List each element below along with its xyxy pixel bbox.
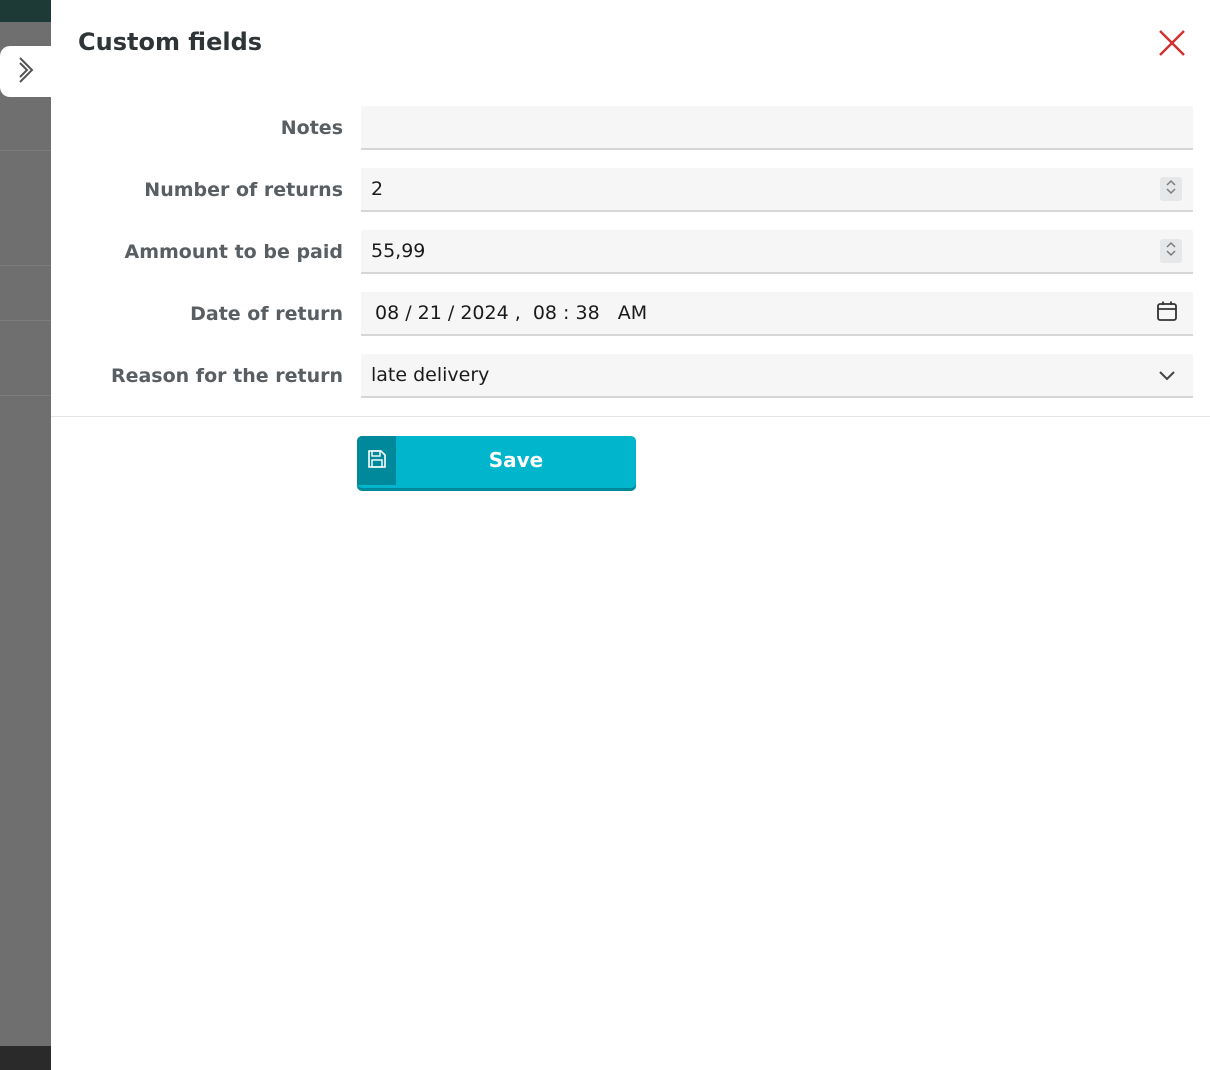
close-button[interactable]	[1157, 30, 1187, 60]
save-button-label: Save	[488, 448, 544, 472]
date-of-return-value: 08 / 21 / 2024 , 08 : 38 AM	[375, 302, 648, 324]
chevron-right-icon	[15, 55, 37, 89]
calendar-icon	[1156, 300, 1178, 326]
backdrop-divider	[0, 320, 51, 321]
backdrop-bottombar	[0, 1046, 51, 1070]
amount-spinner[interactable]	[1160, 239, 1182, 263]
chevron-down-icon	[1158, 366, 1176, 385]
date-of-return-label: Date of return	[190, 303, 343, 325]
number-of-returns-spinner[interactable]	[1160, 177, 1182, 201]
form-divider	[51, 416, 1210, 417]
number-of-returns-label: Number of returns	[144, 179, 343, 201]
custom-fields-drawer: Custom fields Notes Number of returns 2	[51, 0, 1210, 1070]
form-row-notes: Notes	[51, 106, 1210, 150]
reason-select[interactable]: late delivery	[361, 354, 1193, 398]
form-row-date-of-return: Date of return 08 / 21 / 2024 , 08 : 38 …	[51, 292, 1210, 336]
form-row-number-of-returns: Number of returns 2	[51, 168, 1210, 212]
number-of-returns-value: 2	[371, 178, 384, 200]
backdrop-divider	[0, 265, 51, 266]
amount-value: 55,99	[371, 240, 426, 262]
calendar-button[interactable]	[1156, 300, 1178, 326]
number-of-returns-input[interactable]: 2	[361, 168, 1193, 212]
app-backdrop	[0, 0, 51, 1070]
close-icon	[1158, 29, 1186, 61]
spinner-arrows-icon	[1165, 178, 1177, 200]
amount-input[interactable]: 55,99	[361, 230, 1193, 274]
drawer-title: Custom fields	[78, 28, 263, 56]
date-of-return-input[interactable]: 08 / 21 / 2024 , 08 : 38 AM	[361, 292, 1193, 336]
floppy-disk-icon	[367, 449, 387, 473]
reason-label: Reason for the return	[110, 365, 343, 387]
backdrop-divider	[0, 150, 51, 151]
notes-label: Notes	[280, 117, 343, 139]
backdrop-divider	[0, 395, 51, 396]
spinner-arrows-icon	[1165, 240, 1177, 262]
form-row-amount: Ammount to be paid 55,99	[51, 230, 1210, 274]
collapse-drawer-button[interactable]	[0, 46, 51, 97]
reason-dropdown-toggle[interactable]	[1156, 364, 1178, 386]
amount-label: Ammount to be paid	[124, 241, 344, 263]
backdrop-topbar	[0, 0, 51, 22]
save-button[interactable]: Save	[357, 436, 636, 488]
reason-value: late delivery	[371, 364, 490, 386]
save-icon-zone	[357, 436, 396, 485]
notes-input[interactable]	[361, 106, 1193, 150]
form-row-reason: Reason for the return late delivery	[51, 354, 1210, 398]
